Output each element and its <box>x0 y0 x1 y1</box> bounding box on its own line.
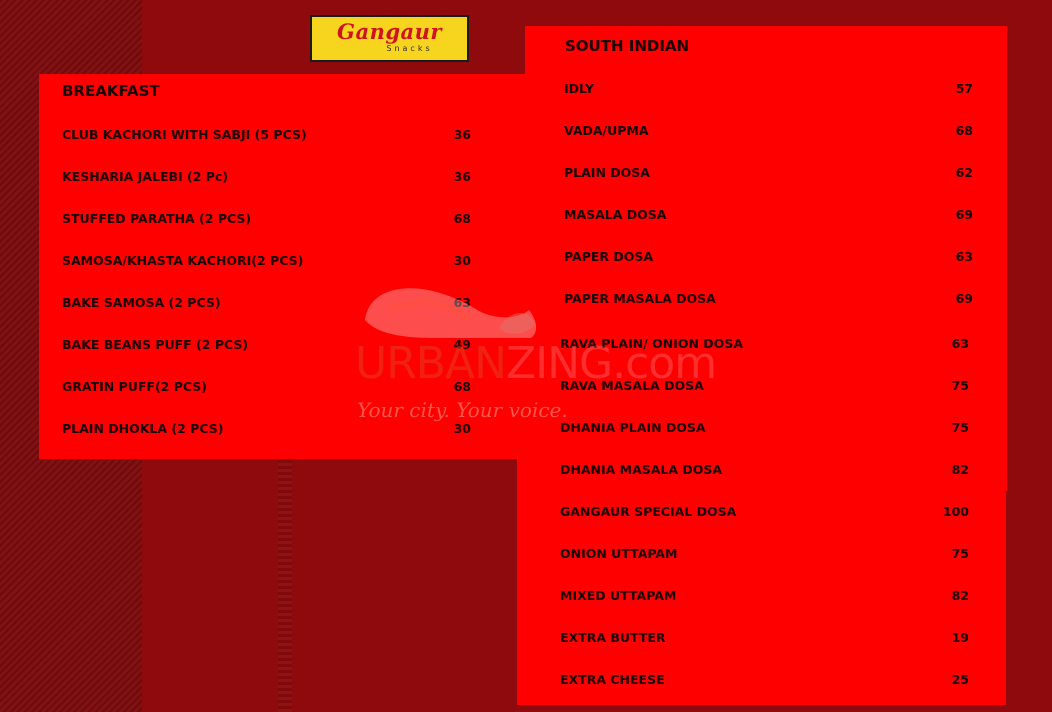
item-name: RAVA MASALA DOSA <box>560 378 704 393</box>
item-name: MIXED UTTAPAM <box>560 588 677 603</box>
item-name: PAPER MASALA DOSA <box>564 291 716 306</box>
item-name: CLUB KACHORI WITH SABJI (5 PCS) <box>62 127 307 142</box>
item-price: 68 <box>453 211 471 226</box>
south-indian-item: VADA/UPMA 68 <box>564 123 973 138</box>
item-price: 75 <box>951 546 969 561</box>
breakfast-item: SAMOSA/KHASTA KACHORI(2 PCS) 30 <box>62 253 471 268</box>
item-name: VADA/UPMA <box>564 123 649 138</box>
south-indian-item: EXTRA CHEESE 25 <box>560 672 969 687</box>
breakfast-title: BREAKFAST <box>62 82 160 100</box>
south-indian-item: EXTRA BUTTER 19 <box>560 630 969 645</box>
item-name: EXTRA CHEESE <box>560 672 665 687</box>
south-indian-item: PLAIN DOSA 62 <box>564 165 973 180</box>
item-price: 57 <box>955 81 973 96</box>
item-price: 82 <box>951 588 969 603</box>
item-name: PAPER DOSA <box>564 249 654 264</box>
item-name: DHANIA PLAIN DOSA <box>560 420 706 435</box>
item-price: 30 <box>453 421 471 436</box>
breakfast-item: KESHARIA JALEBI (2 Pc) 36 <box>62 169 471 184</box>
item-name: SAMOSA/KHASTA KACHORI(2 PCS) <box>62 253 304 268</box>
breakfast-item: CLUB KACHORI WITH SABJI (5 PCS) 36 <box>62 127 471 142</box>
item-price: 19 <box>951 630 969 645</box>
item-name: IDLY <box>564 81 595 96</box>
item-name: STUFFED PARATHA (2 PCS) <box>62 211 252 226</box>
item-name: RAVA PLAIN/ ONION DOSA <box>560 336 743 351</box>
logo-sub: Snacks <box>386 44 433 53</box>
item-price: 68 <box>453 379 471 394</box>
item-name: BAKE SAMOSA (2 PCS) <box>62 295 221 310</box>
south-indian-item: MIXED UTTAPAM 82 <box>560 588 969 603</box>
item-price: 36 <box>453 169 471 184</box>
item-name: GRATIN PUFF(2 PCS) <box>62 379 208 394</box>
item-name: DHANIA MASALA DOSA <box>560 462 723 477</box>
south-indian-item: MASALA DOSA 69 <box>564 207 973 222</box>
item-price: 62 <box>955 165 973 180</box>
item-price: 100 <box>942 504 969 519</box>
item-name: GANGAUR SPECIAL DOSA <box>560 504 737 519</box>
breakfast-item: BAKE SAMOSA (2 PCS) 63 <box>62 295 471 310</box>
south-indian-item: ONION UTTAPAM 75 <box>560 546 969 561</box>
item-price: 75 <box>951 420 969 435</box>
item-name: EXTRA BUTTER <box>560 630 666 645</box>
south-indian-item: RAVA PLAIN/ ONION DOSA 63 <box>560 336 969 351</box>
item-name: MASALA DOSA <box>564 207 667 222</box>
south-indian-item: RAVA MASALA DOSA 75 <box>560 378 969 393</box>
item-price: 30 <box>453 253 471 268</box>
item-price: 25 <box>951 672 969 687</box>
breakfast-item: PLAIN DHOKLA (2 PCS) 30 <box>62 421 471 436</box>
gangaur-logo: Gangaur Snacks <box>310 15 469 62</box>
item-price: 63 <box>453 295 471 310</box>
item-name: KESHARIA JALEBI (2 Pc) <box>62 169 229 184</box>
logo-brand: Gangaur <box>337 19 442 44</box>
item-name: BAKE BEANS PUFF (2 PCS) <box>62 337 249 352</box>
item-name: PLAIN DHOKLA (2 PCS) <box>62 421 224 436</box>
item-price: 75 <box>951 378 969 393</box>
south-indian-item: PAPER MASALA DOSA 69 <box>564 291 973 306</box>
south-indian-item: GANGAUR SPECIAL DOSA 100 <box>560 504 969 519</box>
south-indian-title: SOUTH INDIAN <box>565 37 690 55</box>
item-name: ONION UTTAPAM <box>560 546 678 561</box>
south-indian-item: IDLY 57 <box>564 81 973 96</box>
item-price: 82 <box>951 462 969 477</box>
south-indian-item: DHANIA MASALA DOSA 82 <box>560 462 969 477</box>
item-price: 36 <box>453 127 471 142</box>
item-price: 49 <box>453 337 471 352</box>
item-price: 63 <box>951 336 969 351</box>
item-price: 63 <box>955 249 973 264</box>
breakfast-item: BAKE BEANS PUFF (2 PCS) 49 <box>62 337 471 352</box>
south-indian-item: DHANIA PLAIN DOSA 75 <box>560 420 969 435</box>
south-indian-item: PAPER DOSA 63 <box>564 249 973 264</box>
breakfast-item: GRATIN PUFF(2 PCS) 68 <box>62 379 471 394</box>
item-price: 69 <box>955 291 973 306</box>
background-stripe <box>278 460 292 712</box>
breakfast-item: STUFFED PARATHA (2 PCS) 68 <box>62 211 471 226</box>
item-name: PLAIN DOSA <box>564 165 650 180</box>
item-price: 69 <box>955 207 973 222</box>
item-price: 68 <box>955 123 973 138</box>
